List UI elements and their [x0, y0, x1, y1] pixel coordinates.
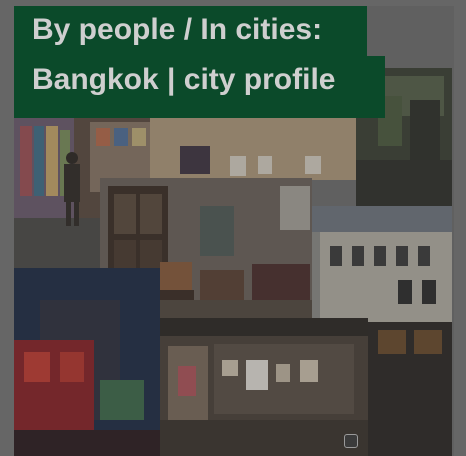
photo-wall-strip	[150, 118, 360, 180]
photo-colonial-building	[312, 206, 452, 322]
photo-night-street	[14, 268, 160, 456]
info-icon[interactable]	[344, 434, 358, 448]
title-line-1: By people / In cities:	[14, 6, 367, 56]
photo-gallery	[160, 318, 452, 456]
title-line-2: Bangkok | city profile	[14, 56, 385, 118]
